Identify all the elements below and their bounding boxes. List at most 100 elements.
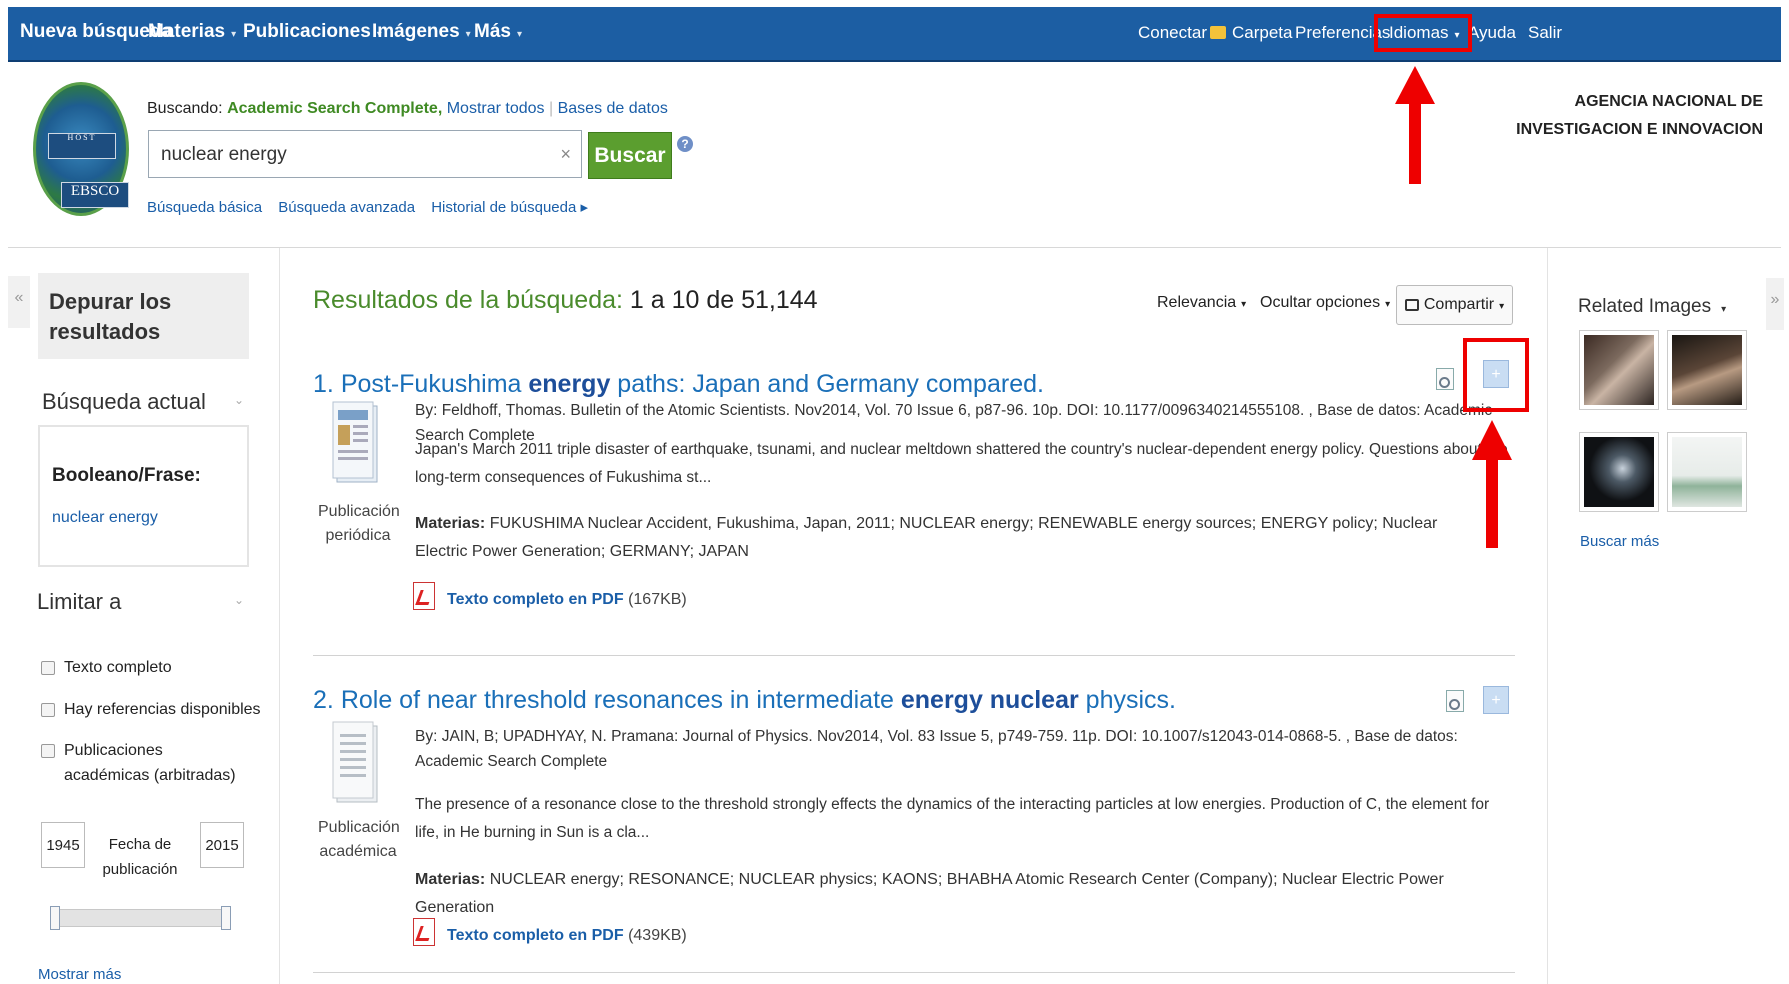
peer-reviewed-checkbox[interactable] — [41, 744, 55, 758]
search-button[interactable]: Buscar — [588, 132, 672, 179]
result-number: 2. — [313, 686, 334, 714]
collapse-left-button[interactable]: « — [8, 276, 30, 328]
current-search-heading[interactable]: Búsqueda actual — [42, 389, 206, 415]
year-to-input[interactable]: 2015 — [200, 822, 244, 868]
hide-options-dropdown[interactable]: Ocultar opciones ▾ — [1260, 294, 1390, 312]
nav-publications-label: Publicaciones — [243, 21, 371, 42]
periodical-icon — [332, 401, 378, 483]
nav-folder-label: Carpeta — [1232, 23, 1293, 42]
help-icon[interactable]: ? — [677, 136, 693, 152]
related-image-thumb[interactable] — [1667, 330, 1747, 410]
refine-title: Depurar los resultados — [49, 289, 172, 344]
share-button[interactable]: Compartir ▾ — [1396, 285, 1513, 325]
nav-publications[interactable]: Publicaciones ▾ — [243, 21, 382, 43]
chevron-down-icon: ▾ — [231, 29, 237, 40]
nav-more[interactable]: Más ▾ — [474, 21, 522, 43]
result-divider — [313, 972, 1515, 973]
chevron-down-icon: ▾ — [1241, 299, 1247, 310]
result-abstract: Japan's March 2011 triple disaster of ea… — [415, 441, 1508, 486]
search-history-link[interactable]: Historial de búsqueda ▸ — [431, 199, 588, 216]
sort-label: Relevancia — [1157, 294, 1237, 311]
nav-images[interactable]: Imágenes ▾ — [372, 21, 471, 43]
chevron-down-icon: ▾ — [516, 29, 522, 40]
folder-icon — [1210, 26, 1226, 39]
ebscohost-logo[interactable]: EBSCO HOST — [33, 82, 129, 216]
pdf-icon[interactable] — [413, 582, 435, 610]
add-to-folder-highlight-box — [1463, 338, 1529, 412]
left-column-divider — [279, 248, 280, 984]
nav-sign-in[interactable]: Conectar — [1138, 23, 1207, 43]
nav-sign-out[interactable]: Salir — [1528, 23, 1562, 43]
find-more-link[interactable]: Buscar más — [1580, 533, 1659, 550]
database-name: Academic Search Complete, — [227, 100, 443, 117]
sort-dropdown[interactable]: Relevancia ▾ — [1157, 294, 1246, 312]
results-heading: Resultados de la búsqueda: 1 a 10 de 51,… — [313, 286, 818, 315]
share-label: Compartir — [1423, 296, 1495, 313]
subjects-value: NUCLEAR energy; RESONANCE; NUCLEAR physi… — [415, 871, 1444, 916]
show-more-link[interactable]: Mostrar más — [38, 966, 121, 983]
basic-search-link[interactable]: Búsqueda básica — [147, 199, 262, 216]
full-text-checkbox[interactable] — [41, 661, 55, 675]
nav-subjects[interactable]: Materias ▾ — [148, 21, 236, 43]
result-title-part: Role of near threshold resonances in int… — [340, 686, 901, 714]
up-arrow-icon — [1395, 66, 1435, 184]
result-title-link[interactable]: 2. Role of near threshold resonances in … — [313, 686, 1176, 715]
related-image-thumb[interactable] — [1579, 432, 1659, 512]
chevron-down-icon[interactable]: ⌄ — [234, 393, 244, 407]
limit-to-heading[interactable]: Limitar a — [37, 589, 121, 615]
pdf-icon[interactable] — [413, 918, 435, 946]
results-heading-label: Resultados de la búsqueda: — [313, 286, 623, 314]
databases-link[interactable]: Bases de datos — [558, 100, 668, 117]
pdf-fulltext: Texto completo en PDF (167KB) — [413, 582, 687, 610]
nav-help[interactable]: Ayuda — [1468, 23, 1516, 43]
subjects-label: Materias: — [415, 871, 486, 888]
slider-handle-start[interactable] — [50, 906, 60, 930]
collapse-right-button[interactable]: » — [1766, 278, 1784, 330]
result-title-part: Post-Fukushima — [340, 370, 529, 398]
related-images-label: Related Images — [1578, 296, 1712, 317]
search-field-wrapper: × — [148, 130, 582, 178]
nav-subjects-label: Materias — [148, 21, 226, 42]
chevron-down-icon[interactable]: ⌄ — [234, 593, 244, 607]
related-image-thumb[interactable] — [1579, 330, 1659, 410]
slider-handle-end[interactable] — [221, 906, 231, 930]
academic-journal-icon — [332, 721, 378, 803]
related-image-thumb[interactable] — [1667, 432, 1747, 512]
boolean-phrase-value[interactable]: nuclear energy — [52, 509, 158, 527]
preview-icon[interactable] — [1436, 368, 1454, 390]
references-label: Hay referencias disponibles — [64, 701, 261, 718]
year-from-input[interactable]: 1945 — [41, 822, 85, 868]
pdf-fulltext: Texto completo en PDF (439KB) — [413, 918, 687, 946]
result-subjects: Materias: FUKUSHIMA Nuclear Accident, Fu… — [415, 510, 1485, 566]
advanced-search-link[interactable]: Búsqueda avanzada — [278, 199, 415, 216]
references-checkbox[interactable] — [41, 703, 55, 717]
search-input[interactable] — [159, 143, 543, 167]
right-column-divider — [1547, 248, 1548, 984]
add-to-folder-icon[interactable]: + — [1483, 686, 1509, 714]
current-search-box: Booleano/Frase: nuclear energy — [38, 425, 249, 567]
result-title-link[interactable]: 1. Post-Fukushima energy paths: Japan an… — [313, 370, 1044, 399]
result-type-label: Publicación periódica — [318, 503, 400, 544]
chevron-down-icon: ▾ — [465, 29, 471, 40]
result-title-part: paths: Japan and Germany compared. — [610, 370, 1044, 398]
preview-icon[interactable] — [1446, 690, 1464, 712]
pdf-fulltext-link[interactable]: Texto completo en PDF — [447, 591, 624, 608]
result-type-label: Publicación académica — [318, 819, 400, 860]
date-range-slider[interactable] — [50, 906, 231, 930]
result-divider — [313, 655, 1515, 656]
nav-folder[interactable]: Carpeta — [1210, 23, 1292, 43]
result-title-highlight: energy nuclear — [900, 686, 1079, 714]
folder-highlight-box — [1374, 14, 1472, 52]
pdf-size: (439KB) — [628, 927, 687, 944]
nav-more-label: Más — [474, 21, 511, 42]
chevron-down-icon: ▾ — [1499, 301, 1505, 312]
show-all-link[interactable]: Mostrar todos — [447, 100, 545, 117]
results-count: 1 a 10 de 51,144 — [629, 286, 818, 314]
pdf-size: (167KB) — [628, 591, 687, 608]
subjects-value: FUKUSHIMA Nuclear Accident, Fukushima, J… — [415, 515, 1438, 560]
related-images-heading[interactable]: Related Images ▾ — [1578, 296, 1726, 318]
clear-icon[interactable]: × — [560, 144, 571, 165]
pdf-fulltext-link[interactable]: Texto completo en PDF — [447, 927, 624, 944]
boolean-phrase-label: Booleano/Frase: — [52, 465, 201, 486]
top-nav-bar: Nueva búsqueda Materias ▾ Publicaciones ▾ … — [8, 7, 1781, 62]
